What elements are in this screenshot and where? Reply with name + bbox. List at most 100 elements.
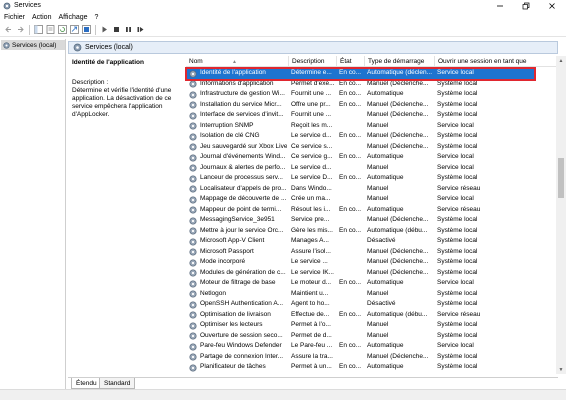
table-row[interactable]: Localisateur d'appels de pro... Dans Wind… <box>186 184 534 195</box>
table-row[interactable]: Pare-feu Windows Defender Le Pare-feu ...… <box>186 341 534 352</box>
table-row[interactable]: Interface de services d'invit... Fournit … <box>186 110 534 121</box>
menu-help[interactable]: ? <box>91 12 102 23</box>
tab-standard[interactable]: Standard <box>99 378 136 389</box>
back-button[interactable] <box>3 24 14 35</box>
column-header-name[interactable]: Nom ▲ <box>186 56 288 67</box>
cell-startup: Automatique <box>367 205 404 213</box>
cell-desc: Dans Windo... <box>291 184 332 192</box>
close-icon <box>549 3 555 9</box>
table-row[interactable]: Journaux & alertes de perfo... Le service… <box>186 163 534 174</box>
minimize-button[interactable] <box>488 0 512 12</box>
menu-fichier[interactable]: Fichier <box>0 12 28 23</box>
table-row[interactable]: OpenSSH Authentication A... Agent to ho..… <box>186 299 534 310</box>
service-gear-icon <box>189 300 197 309</box>
table-row[interactable]: Mappeur de point de termi... Résout les i… <box>186 205 534 216</box>
cell-name: Infrastructure de gestion Wi... <box>200 90 285 97</box>
table-row[interactable]: Microsoft Passport Assure l'isol... Manuel… <box>186 247 534 258</box>
help-button[interactable] <box>81 24 92 35</box>
column-header-startup-type[interactable]: Type de démarrage <box>364 56 434 67</box>
forward-button[interactable] <box>15 24 26 35</box>
service-gear-icon <box>189 237 197 246</box>
scrollbar-thumb[interactable] <box>558 158 564 198</box>
table-row[interactable]: Modules de génération de c... Le service … <box>186 268 534 279</box>
cell-startup: Désactivé <box>367 237 396 244</box>
vertical-scrollbar[interactable]: ▲ ▼ <box>556 56 566 374</box>
cell-state: En co... <box>339 153 362 160</box>
cell-name: MessagingService_3e951 <box>200 216 275 223</box>
service-gear-icon <box>189 332 197 340</box>
column-header-logon-as[interactable]: Ouvrir une session en tant que <box>434 56 556 67</box>
menu-affichage[interactable]: Affichage <box>54 12 90 23</box>
table-row[interactable]: Microsoft App-V Client Manages A... Désact… <box>186 236 534 247</box>
cell-desc: Gère les mis... <box>291 226 333 234</box>
cell-state: En co... <box>339 279 362 286</box>
column-header-description[interactable]: Description <box>288 56 336 67</box>
column-header-label: Nom <box>189 58 203 65</box>
stop-icon <box>114 27 119 32</box>
stop-service-button[interactable] <box>111 24 122 35</box>
start-service-button[interactable] <box>99 24 110 35</box>
console-tree-button[interactable] <box>33 24 44 35</box>
table-row[interactable]: Lanceur de processus serv... Le service D… <box>186 173 534 184</box>
cell-state: En co... <box>339 90 362 97</box>
cell-startup: Manuel (Déclenche... <box>367 258 429 265</box>
cell-name: Mode incorporé <box>200 258 246 265</box>
title-bar: Services <box>0 0 566 12</box>
table-row[interactable]: Optimiser les lecteurs Permet à l'o... Man… <box>186 320 534 331</box>
restart-service-button[interactable] <box>135 24 146 35</box>
table-row[interactable]: Infrastructure de gestion Wi... Fournit u… <box>186 89 534 100</box>
table-row[interactable]: Jeu sauvegardé sur Xbox Live Ce service s… <box>186 142 534 153</box>
cell-desc: Le service d... <box>291 163 332 171</box>
description-text: Détermine et vérifie l'identité d'une ap… <box>72 87 172 118</box>
cell-state <box>338 184 364 195</box>
cell-name: Journal d'événements Wind... <box>200 153 286 160</box>
window-title: Services <box>14 2 41 9</box>
service-gear-icon <box>189 174 197 183</box>
table-row[interactable]: Ouverture de session seco... Permet de d.… <box>186 331 534 342</box>
table-row[interactable]: Optimisation de livraison Effectue de... E… <box>186 310 534 321</box>
cell-name: Mettre à jour le service Orc... <box>200 226 284 234</box>
table-row[interactable]: Journal d'événements Wind... Ce service g… <box>186 152 534 163</box>
services-gear-icon <box>3 41 10 49</box>
table-row[interactable]: Planificateur de tâches Permet à un... En … <box>186 362 534 373</box>
cell-state <box>338 289 364 300</box>
table-row[interactable]: Isolation de clé CNG Le service d... En co… <box>186 131 534 142</box>
scroll-up-icon[interactable]: ▲ <box>556 56 566 65</box>
cell-name: Plug-and-Play <box>199 373 287 375</box>
cell-startup: Manuel (Déclenche... <box>367 352 429 360</box>
table-row[interactable]: Interruption SNMP Reçoit les m... Manuel Se… <box>186 121 534 132</box>
cell-state <box>338 215 364 226</box>
cell-logon: Système local <box>437 90 478 97</box>
table-row[interactable]: Netlogon Maintient u... Manuel Système loca… <box>186 289 534 300</box>
service-gear-icon <box>189 111 197 120</box>
column-header-state[interactable]: État <box>336 56 364 67</box>
cell-name: Isolation de clé CNG <box>200 132 260 139</box>
export-list-button[interactable] <box>69 24 80 35</box>
tree-item-services-local[interactable]: Services (local) <box>1 40 65 50</box>
table-row[interactable]: Mettre à jour le service Orc... Gère les … <box>186 226 534 237</box>
table-row[interactable]: Installation du service Micr... Offre une… <box>186 100 534 111</box>
cell-logon: Service réseau <box>437 205 481 213</box>
cell-name: Mappage de découverte de ... <box>200 195 287 202</box>
refresh-button[interactable] <box>57 24 68 35</box>
properties-button[interactable] <box>45 24 56 35</box>
cell-startup: Manuel <box>366 373 434 375</box>
table-row[interactable]: Partage de connexion Inter... Assure la t… <box>186 352 534 363</box>
table-row[interactable]: MessagingService_3e951 Service pre... Manu… <box>186 215 534 226</box>
cell-state <box>338 352 364 363</box>
table-row[interactable]: Mode incorporé Le service ... Manuel (Décl… <box>186 257 534 268</box>
scroll-down-icon[interactable]: ▼ <box>556 365 566 374</box>
menu-action[interactable]: Action <box>28 12 54 23</box>
pause-service-button[interactable] <box>123 24 134 35</box>
table-row[interactable]: Moteur de filtrage de base Le moteur d...… <box>186 278 534 289</box>
cell-startup: Automatique <box>367 342 404 349</box>
play-icon <box>102 26 107 33</box>
table-row[interactable]: Plug-and-PlayPermet à l'o...En co...Manu… <box>186 373 534 375</box>
restore-button[interactable] <box>514 0 538 12</box>
cell-name: Installation du service Micr... <box>200 100 282 108</box>
cell-logon: Système local <box>437 300 478 307</box>
tab-extended[interactable]: Étendu <box>71 378 102 389</box>
cell-desc: Permet à l'o... <box>290 373 336 375</box>
table-row[interactable]: Mappage de découverte de ... Crée un ma..… <box>186 194 534 205</box>
close-button[interactable] <box>540 0 564 12</box>
